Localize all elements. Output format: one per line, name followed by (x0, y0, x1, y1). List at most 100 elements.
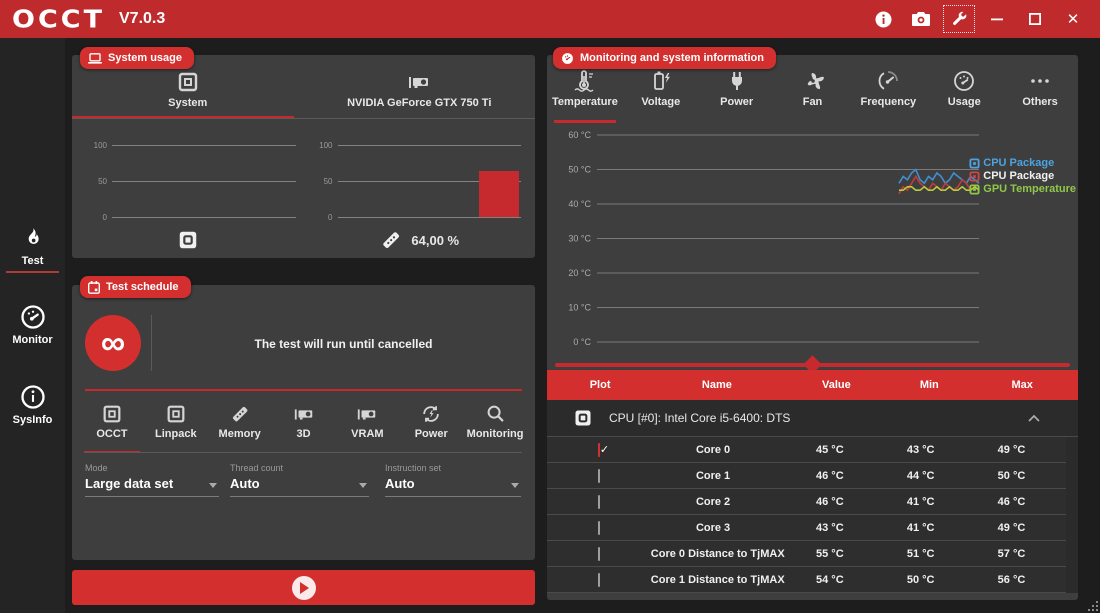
group-label: CPU [#0]: Intel Core i5-6400: DTS (609, 411, 791, 425)
infinity-icon: ∞ (100, 324, 126, 362)
memory-icon (232, 406, 247, 422)
plot-checkbox[interactable] (597, 494, 600, 509)
tab-label: VRAM (351, 428, 384, 440)
start-test-button[interactable] (72, 570, 535, 605)
sensor-max: 49 °C (997, 443, 1026, 456)
tab-temperature[interactable]: Temperature (547, 69, 623, 119)
tab-power[interactable]: Power (399, 403, 463, 450)
legend-entry: GPU Temperature (969, 183, 1076, 196)
sensor-max: 49 °C (997, 521, 1026, 534)
tab-linpack[interactable]: Linpack (144, 403, 208, 450)
col-plot: Plot (589, 379, 611, 391)
gpu-memory-footer: 64,00 % (304, 227, 536, 253)
cpu-icon (179, 231, 196, 249)
tab-label: Frequency (860, 96, 917, 108)
close-icon: ✕ (1066, 11, 1080, 28)
sensor-max: 46 °C (997, 495, 1026, 508)
plot-checkbox[interactable] (597, 442, 600, 457)
resize-grip-icon[interactable] (1088, 601, 1099, 612)
plot-checkbox[interactable] (597, 520, 600, 535)
legend-label: CPU Package (983, 157, 1055, 169)
table-row[interactable]: Core 0 45 °C 43 °C 49 °C (547, 437, 1066, 463)
about-button[interactable] (868, 6, 898, 32)
tab-monitoring[interactable]: Monitoring (463, 403, 527, 450)
svg-text:30 °C: 30 °C (568, 234, 591, 244)
sensor-name: Core 1 (695, 469, 731, 482)
table-row[interactable]: Core 2 46 °C 41 °C 46 °C (547, 489, 1066, 515)
cpu-group-row[interactable]: CPU [#0]: Intel Core i5-6400: DTS (547, 400, 1078, 437)
sensor-min: 51 °C (906, 547, 935, 560)
sensor-value: 46 °C (816, 469, 844, 482)
sidebar-item-sysinfo[interactable]: SysInfo (0, 383, 65, 426)
usage-gauges: 100 50 0 100 50 0 (78, 141, 529, 222)
settings-button[interactable] (943, 5, 975, 33)
tick-label: 100 (319, 141, 333, 150)
tab-label: Others (1022, 96, 1058, 108)
minimize-button[interactable] (982, 6, 1012, 32)
tab-nvidia-gtx-750ti[interactable]: NVIDIA GeForce GTX 750 Ti (304, 70, 536, 118)
schedule-message: The test will run until cancelled (254, 337, 433, 351)
tab-frequency[interactable]: Frequency (850, 69, 926, 119)
system-usage-gauge: 100 50 0 (86, 141, 296, 222)
table-header: Plot Name Value Min Max (547, 370, 1078, 400)
tab-vram[interactable]: VRAM (335, 403, 399, 450)
tab-system[interactable]: System (72, 70, 304, 118)
sidebar-item-monitor[interactable]: Monitor (0, 303, 65, 346)
field-label: Mode (85, 463, 108, 473)
table-row[interactable]: Core 3 43 °C 41 °C 49 °C (547, 515, 1066, 541)
table-row[interactable]: Core 1 46 °C 44 °C 50 °C (547, 463, 1066, 489)
screenshot-button[interactable] (906, 6, 936, 32)
camera-icon (912, 11, 930, 26)
tab-voltage[interactable]: Voltage (623, 69, 699, 119)
col-name: Name (701, 379, 732, 391)
tab-fan[interactable]: Fan (775, 69, 851, 119)
col-value: Value (822, 379, 851, 391)
usage-gauge-icon (954, 71, 975, 91)
table-row[interactable]: Core 0 Distance to TjMAX 55 °C 51 °C 57 … (547, 541, 1066, 567)
tabs-separator (72, 118, 535, 119)
tab-3d[interactable]: 3D (272, 403, 336, 450)
sensor-min: 41 °C (906, 521, 935, 534)
gpu-icon (294, 409, 312, 420)
tab-label: Voltage (641, 96, 681, 108)
flame-icon (28, 228, 39, 244)
wrench-icon (953, 11, 967, 25)
legend-chip-icon (969, 158, 980, 169)
field-value: Auto (385, 476, 521, 497)
gpu-icon (409, 77, 429, 88)
svg-text:20 °C: 20 °C (568, 268, 591, 278)
tab-usage[interactable]: Usage (926, 69, 1002, 119)
sensor-max: 50 °C (997, 469, 1026, 482)
system-usage-badge: System usage (80, 47, 194, 69)
plot-checkbox[interactable] (597, 546, 600, 561)
sensor-value: 54 °C (816, 573, 844, 586)
infinite-duration-button[interactable]: ∞ (85, 315, 141, 371)
tab-memory[interactable]: Memory (208, 403, 272, 450)
cpu-icon (103, 405, 121, 423)
table-row[interactable]: Core 1 Distance to TjMAX 54 °C 50 °C 56 … (547, 567, 1066, 593)
sidebar-item-test[interactable]: Test (0, 226, 65, 273)
cpu-icon (167, 405, 185, 423)
field-label: Thread count (230, 463, 284, 473)
tick-label: 0 (102, 213, 107, 222)
col-max: Max (1011, 379, 1033, 391)
tab-occt[interactable]: OCCT (80, 403, 144, 450)
legend-entry: CPU Package (969, 170, 1076, 183)
tab-power[interactable]: Power (699, 69, 775, 119)
instruction-set-select[interactable]: Instruction set Auto (385, 463, 521, 497)
plot-checkbox[interactable] (597, 468, 600, 483)
memory-icon (383, 232, 400, 249)
chevron-up-icon[interactable] (1028, 414, 1040, 422)
sensor-name: Core 1 Distance to TjMAX (650, 573, 785, 586)
mode-select[interactable]: Mode Large data set (85, 463, 219, 497)
maximize-icon (1029, 13, 1041, 25)
tick-label: 100 (93, 141, 107, 150)
thread-count-select[interactable]: Thread count Auto (230, 463, 369, 497)
close-button[interactable]: ✕ (1058, 6, 1088, 32)
tab-label: NVIDIA GeForce GTX 750 Ti (347, 97, 492, 109)
maximize-button[interactable] (1020, 6, 1050, 32)
svg-text:0 °C: 0 °C (573, 337, 591, 347)
chart-legend: CPU Package CPU Package GPU Temperature (969, 157, 1076, 196)
plot-checkbox[interactable] (597, 572, 600, 587)
tab-others[interactable]: Others (1002, 69, 1078, 119)
